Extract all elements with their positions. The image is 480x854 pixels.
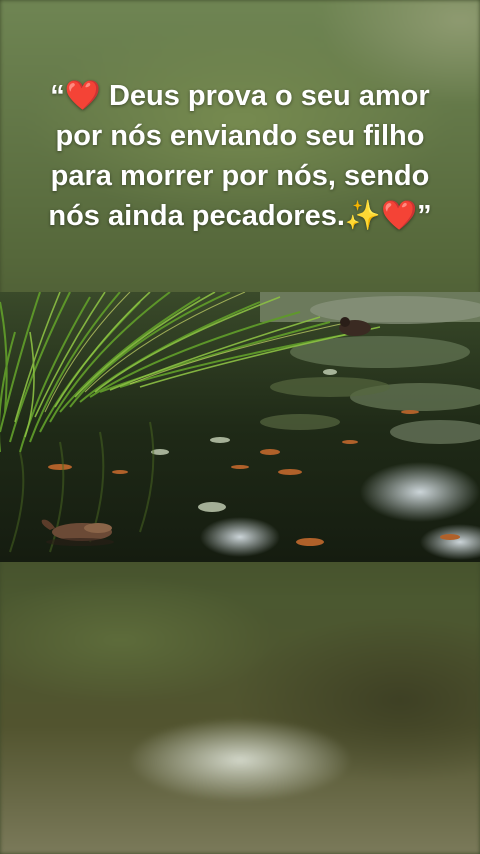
pond-photo [0,292,480,562]
story-screen: “❤️ Deus prova o seu amor por nós envian… [0,0,480,854]
quote-text: “❤️ Deus prova o seu amor por nós envian… [48,80,432,232]
